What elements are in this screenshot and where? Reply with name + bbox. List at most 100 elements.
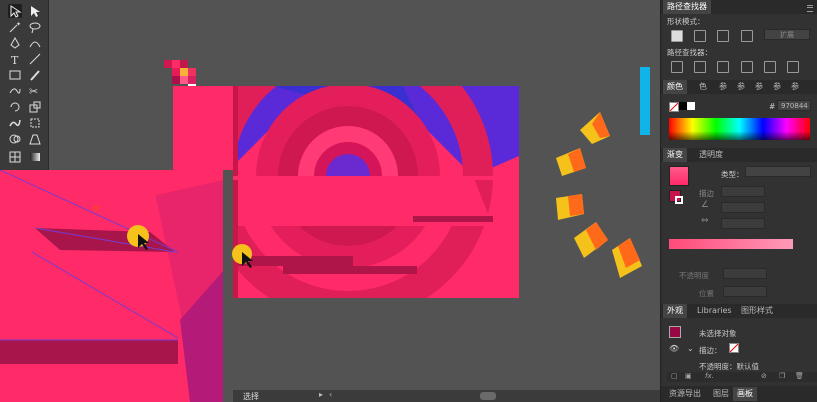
selection-tool[interactable] <box>8 4 22 18</box>
duplicate-item-icon[interactable]: ❐ <box>779 372 785 380</box>
paintbrush-tool[interactable] <box>28 68 42 82</box>
outline-icon[interactable] <box>764 61 776 73</box>
tab-4[interactable]: 参 <box>733 80 749 94</box>
status-tool-name: 选择 <box>243 392 259 401</box>
zoom-divider <box>223 170 233 402</box>
white-swatch[interactable] <box>687 102 695 110</box>
stroke-row-label[interactable]: 描边： <box>699 345 722 356</box>
location-label: 位置 <box>699 289 714 298</box>
pen-tool[interactable] <box>8 36 22 50</box>
rotate-tool[interactable] <box>8 100 22 114</box>
opacity-label: 不透明度 <box>679 271 709 280</box>
curvature-tool[interactable] <box>28 36 42 50</box>
radial-segments-art <box>556 112 642 278</box>
mesh-tool[interactable] <box>8 150 22 164</box>
aspect-icon: ⇔ <box>701 216 709 226</box>
trim-icon[interactable] <box>694 61 706 73</box>
exclude-icon[interactable] <box>741 30 753 42</box>
stroke-none-swatch[interactable] <box>729 343 739 353</box>
color-spectrum[interactable] <box>669 118 810 140</box>
opacity-row-label[interactable]: 不透明度：默认值 <box>699 361 759 372</box>
none-swatch[interactable] <box>669 102 679 112</box>
scissors-tool[interactable]: ✂ <box>28 84 42 98</box>
tab-7[interactable]: 参 <box>787 80 803 94</box>
tab-appearance[interactable]: 外观 <box>663 304 687 318</box>
add-stroke-icon[interactable]: ▢ <box>671 372 678 380</box>
tab-5[interactable]: 参 <box>751 80 767 94</box>
aspect-field[interactable] <box>721 218 765 229</box>
warp-tool[interactable] <box>8 116 22 130</box>
stroke-swatch[interactable] <box>675 196 683 204</box>
perspective-grid-tool[interactable] <box>28 132 42 146</box>
no-selection-label: 未选择对象 <box>699 329 737 338</box>
gradient-tool[interactable] <box>28 150 42 164</box>
svg-text:T: T <box>11 54 19 66</box>
appearance-footer: ▢ ▣ fx. ⊘ ❐ 🗑 <box>667 372 817 382</box>
angle-icon: ∠ <box>701 200 710 210</box>
shaper-tool[interactable] <box>8 84 22 98</box>
clear-appearance-icon[interactable]: ⊘ <box>761 372 767 380</box>
tab-gradient[interactable]: 渐变 <box>663 148 687 162</box>
gradient-panel-header: 渐变 透明度 <box>661 148 817 162</box>
horizontal-scrollbar-thumb[interactable] <box>480 392 496 400</box>
shape-modes-label: 形状模式： <box>667 17 705 26</box>
panels-dock: 路径查找器 形状模式： 扩展 路径查找器： 颜色 色 参 参 参 参 参 # 9… <box>660 0 817 402</box>
delete-item-icon[interactable]: 🗑 <box>795 372 804 380</box>
free-transform-tool[interactable] <box>28 116 42 130</box>
tab-color[interactable]: 颜色 <box>663 80 687 94</box>
minus-back-icon[interactable] <box>787 61 799 73</box>
gradient-thumbnail[interactable] <box>669 166 689 186</box>
tools-panel: ✦ T ✂ <box>0 0 49 170</box>
tab-6[interactable]: 参 <box>769 80 785 94</box>
stroke-field-1[interactable] <box>721 186 765 197</box>
scale-tool[interactable] <box>28 100 42 114</box>
divide-icon[interactable] <box>671 61 683 73</box>
gradient-type-label: 类型： <box>721 170 744 179</box>
gradient-slider[interactable] <box>669 239 793 249</box>
expand-button[interactable]: 扩展 <box>764 29 810 40</box>
svg-text:✦: ✦ <box>16 21 21 28</box>
merge-icon[interactable] <box>717 61 729 73</box>
direct-selection-tool[interactable] <box>28 4 42 18</box>
svg-text:✂: ✂ <box>29 85 38 98</box>
tab-color-guide[interactable]: 色 <box>695 80 711 94</box>
bottom-tabs: 资源导出 图层 画板 <box>661 386 817 402</box>
pathfinder-header: 路径查找器 <box>661 0 817 14</box>
black-swatch[interactable] <box>679 102 687 110</box>
line-tool[interactable] <box>28 52 42 66</box>
tab-artboards[interactable]: 画板 <box>733 387 757 401</box>
panel-menu-icon[interactable] <box>807 5 813 12</box>
hex-prefix: # <box>769 102 776 111</box>
tab-asset-export[interactable]: 资源导出 <box>665 387 705 401</box>
scroll-left-icon[interactable]: ‹ <box>329 390 332 399</box>
zoom-preview <box>0 170 224 402</box>
hex-input[interactable]: 970844 <box>777 100 811 111</box>
tab-transparency[interactable]: 透明度 <box>695 148 727 162</box>
unite-icon[interactable] <box>671 30 683 42</box>
tab-3[interactable]: 参 <box>715 80 731 94</box>
opacity-field[interactable] <box>723 268 767 279</box>
visibility-eye-icon[interactable]: 👁 <box>669 344 679 353</box>
magic-wand-tool[interactable]: ✦ <box>8 20 22 34</box>
expand-chevron-icon[interactable]: ⌄ <box>687 344 694 353</box>
status-play-icon[interactable]: ▸ <box>319 390 323 399</box>
tab-pathfinder[interactable]: 路径查找器 <box>663 0 711 14</box>
location-field[interactable] <box>723 286 767 297</box>
tab-libraries[interactable]: Libraries <box>693 304 736 318</box>
minus-front-icon[interactable] <box>694 30 706 42</box>
add-fill-icon[interactable]: ▣ <box>685 372 692 380</box>
tab-graphic-styles[interactable]: 图形样式 <box>737 304 777 318</box>
fx-button[interactable]: fx. <box>705 372 714 380</box>
selection-indicator <box>640 67 650 135</box>
type-tool[interactable]: T <box>8 52 22 67</box>
rectangle-tool[interactable] <box>8 68 22 82</box>
intersect-icon[interactable] <box>717 30 729 42</box>
gradient-type-select[interactable] <box>745 166 811 177</box>
crop-icon[interactable] <box>741 61 753 73</box>
angle-field[interactable] <box>721 202 765 213</box>
lasso-tool[interactable] <box>28 20 42 34</box>
shape-builder-tool[interactable] <box>8 132 22 146</box>
status-bar: 选择 ▸ ‹ <box>233 390 663 402</box>
tab-layers[interactable]: 图层 <box>709 387 733 401</box>
appearance-thumb <box>669 326 681 338</box>
